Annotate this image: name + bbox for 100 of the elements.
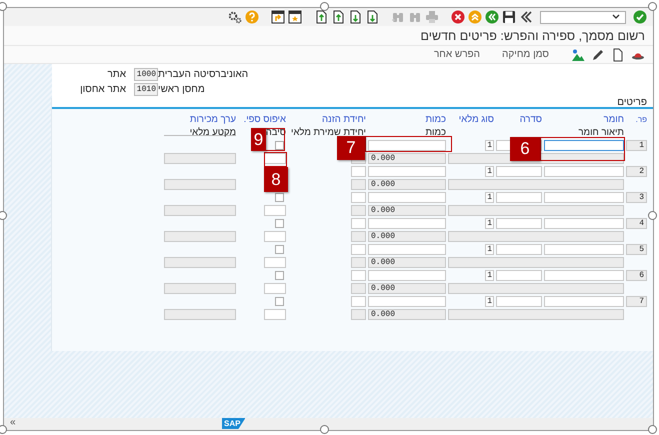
input-field[interactable]: 1000	[134, 68, 158, 81]
resize-handle[interactable]	[0, 211, 7, 220]
reason-field[interactable]	[264, 283, 286, 294]
quantity-value: 0.000	[368, 231, 446, 242]
material-field[interactable]	[544, 218, 624, 229]
checkbox[interactable]	[275, 141, 284, 150]
column-header[interactable]: פר.	[626, 114, 647, 125]
checkbox[interactable]	[275, 245, 284, 254]
column-header[interactable]: כמות	[368, 114, 446, 125]
collapse-button[interactable]: «	[10, 417, 16, 428]
material-field[interactable]	[544, 166, 624, 177]
sales-value-field	[164, 283, 236, 294]
quantity-field[interactable]	[368, 270, 446, 281]
resize-handle[interactable]	[320, 425, 329, 434]
batch-field[interactable]	[496, 296, 542, 307]
reason-field[interactable]	[264, 231, 286, 242]
item-number: 3	[626, 192, 647, 203]
unit-field[interactable]	[351, 192, 366, 203]
quantity-value: 0.000	[368, 153, 446, 164]
quantity-field[interactable]	[368, 296, 446, 307]
stock-type-field[interactable]: 1	[485, 140, 494, 151]
save-icon[interactable]	[502, 10, 516, 24]
callout-tooltip: 7	[337, 136, 365, 160]
checkbox[interactable]	[275, 219, 284, 228]
stock-type-field[interactable]: 1	[485, 218, 494, 229]
sales-value-field	[164, 257, 236, 268]
field-label: אתר	[106, 69, 127, 80]
group-title: פריטים	[617, 97, 647, 108]
stock-type-field[interactable]: 1	[485, 244, 494, 255]
column-header[interactable]: איפוס ספי.	[238, 114, 286, 125]
page-arrow-icon[interactable]	[348, 10, 362, 24]
resize-handle[interactable]	[648, 211, 657, 220]
sap-logo: SAP	[222, 418, 246, 429]
exit-icon[interactable]	[468, 10, 482, 24]
checkbox[interactable]	[275, 297, 284, 306]
column-header[interactable]: סדרה	[496, 114, 542, 125]
quantity-field[interactable]	[368, 244, 446, 255]
resize-handle[interactable]	[0, 2, 7, 11]
material-field[interactable]	[544, 244, 624, 255]
reason-field[interactable]	[264, 309, 286, 320]
column-header[interactable]: סוג מלאי	[448, 114, 494, 125]
unit-field[interactable]	[351, 296, 366, 307]
column-header[interactable]: ערך מכירות	[164, 114, 236, 125]
batch-field[interactable]	[496, 192, 542, 203]
double-chevron-icon[interactable]	[519, 10, 533, 24]
material-field[interactable]	[544, 140, 624, 151]
page-arrow-icon[interactable]	[365, 10, 379, 24]
stock-type-field[interactable]: 1	[485, 296, 494, 307]
quantity-value: 0.000	[368, 179, 446, 190]
mountain-icon[interactable]	[571, 48, 585, 62]
resize-handle[interactable]	[648, 425, 657, 434]
batch-field[interactable]	[496, 218, 542, 229]
unit-field[interactable]	[351, 244, 366, 255]
unit-field[interactable]	[351, 270, 366, 281]
column-header: תיאור חומר	[577, 127, 624, 136]
column-header: מקטע מלאי	[164, 127, 236, 136]
batch-field[interactable]	[496, 166, 542, 177]
reason-field[interactable]	[264, 257, 286, 268]
quantity-field[interactable]	[368, 166, 446, 177]
item-number: 7	[626, 296, 647, 307]
enter-icon[interactable]	[633, 10, 647, 24]
page-arrow-icon[interactable]	[331, 10, 345, 24]
reason-field[interactable]	[264, 205, 286, 216]
settings-icon[interactable]	[228, 10, 242, 24]
batch-field[interactable]	[496, 244, 542, 255]
stock-type-field[interactable]: 1	[485, 166, 494, 177]
material-field[interactable]	[544, 192, 624, 203]
quantity-value: 0.000	[368, 283, 446, 294]
resize-handle[interactable]	[648, 2, 657, 11]
quantity-field[interactable]	[368, 140, 446, 151]
input-field[interactable]: 1010	[134, 83, 158, 96]
sales-value-field	[164, 153, 236, 164]
checkbox[interactable]	[275, 271, 284, 280]
page-arrow-icon[interactable]	[314, 10, 328, 24]
cancel-icon[interactable]	[451, 10, 465, 24]
unit-field[interactable]	[351, 218, 366, 229]
batch-field[interactable]	[496, 270, 542, 281]
material-field[interactable]	[544, 270, 624, 281]
column-header[interactable]: יחידת הזנה	[288, 114, 366, 125]
unit-field	[351, 179, 366, 190]
column-header[interactable]: חומר	[544, 114, 624, 125]
resize-handle[interactable]	[0, 425, 7, 434]
sales-value-field	[164, 309, 236, 320]
quantity-field[interactable]	[368, 192, 446, 203]
sales-value-field	[164, 205, 236, 216]
window-title: רשום מסמך, ספירה והפרש: פריטים חדשים	[420, 28, 645, 42]
stock-type-field[interactable]: 1	[485, 270, 494, 281]
checkbox[interactable]	[275, 193, 284, 202]
unit-field	[351, 309, 366, 320]
unit-field[interactable]	[351, 166, 366, 177]
reason-field[interactable]	[264, 153, 286, 164]
toolbar-button[interactable]: הפרש אחר	[434, 49, 480, 60]
material-field[interactable]	[544, 296, 624, 307]
back-icon[interactable]	[485, 10, 499, 24]
command-field[interactable]	[540, 10, 626, 24]
resize-handle[interactable]	[320, 2, 329, 11]
stock-type-field[interactable]: 1	[485, 192, 494, 203]
toolbar-button[interactable]: סמן מחיקה	[502, 49, 549, 60]
field-label: אתר אחסון	[79, 84, 127, 95]
quantity-field[interactable]	[368, 218, 446, 229]
